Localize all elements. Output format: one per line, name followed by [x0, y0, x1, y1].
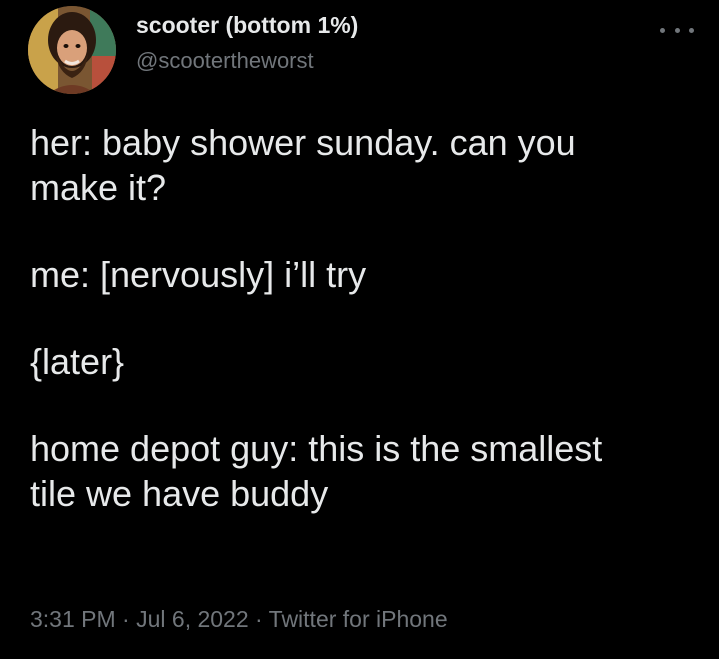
tweet-line: her: baby shower sunday. can you: [30, 122, 576, 163]
tweet-line: home depot guy: this is the smallest: [30, 428, 603, 469]
tweet-line: {later}: [30, 341, 125, 382]
user-handle[interactable]: @scootertheworst: [136, 48, 314, 74]
meta-separator: ·: [115, 606, 137, 632]
tweet-line: tile we have buddy: [30, 473, 329, 514]
tweet-date-link[interactable]: Jul 6, 2022: [136, 606, 249, 632]
tweet-line: make it?: [30, 167, 167, 208]
tweet-metadata: 3:31 PM · Jul 6, 2022 · Twitter for iPho…: [30, 606, 448, 633]
display-name[interactable]: scooter (bottom 1%): [136, 12, 358, 39]
tweet-line: me: [nervously] i’ll try: [30, 254, 367, 295]
more-horizontal-icon-dot: [674, 27, 680, 33]
tweet-card: scooter (bottom 1%) @scootertheworst her…: [0, 0, 719, 659]
more-horizontal-icon-dot: [689, 27, 694, 33]
meta-separator: ·: [248, 606, 269, 632]
profile-photo-icon: [28, 6, 116, 94]
more-horizontal-icon: [660, 27, 665, 33]
more-options-button[interactable]: [660, 18, 694, 42]
avatar[interactable]: [28, 6, 116, 94]
tweet-source[interactable]: Twitter for iPhone: [269, 606, 448, 632]
tweet-time-link[interactable]: 3:31 PM: [30, 606, 116, 632]
tweet-text: her: baby shower sunday. can you make it…: [30, 120, 700, 516]
